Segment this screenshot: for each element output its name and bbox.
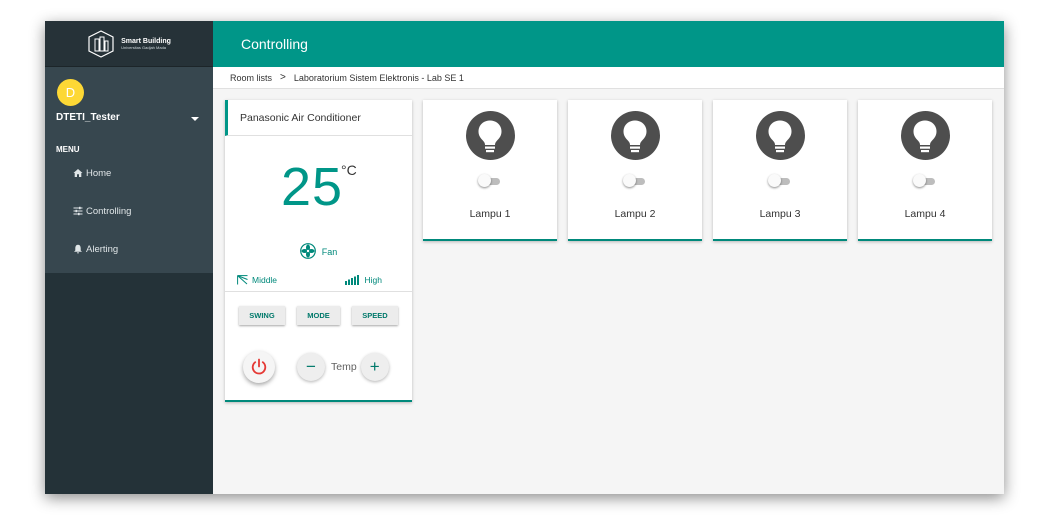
temperature-display: 25 °C [225, 136, 412, 234]
temperature-increase-button[interactable]: + [360, 353, 389, 381]
toggle-knob [913, 174, 926, 187]
fan-icon [299, 243, 316, 259]
toggle-knob [623, 174, 636, 187]
breadcrumb-current-room: Laboratorium Sistem Elektronis - Lab SE … [293, 72, 464, 83]
menu-heading: MENU [56, 145, 80, 154]
page-title: Controlling [241, 36, 308, 52]
power-button[interactable] [243, 351, 275, 383]
speed-status: High [344, 274, 382, 285]
lamp-name: Lampu 1 [469, 208, 511, 220]
temperature-unit: °C [341, 162, 357, 178]
sidebar: Smart Building Universitas Gadjah Mada D… [45, 21, 213, 494]
swing-direction-icon [237, 274, 248, 284]
swing-button[interactable]: SWING [239, 306, 285, 325]
ac-function-buttons: SWING MODE SPEED [225, 292, 412, 325]
sidebar-user-panel: D DTETI_Tester MENU Home Controlling Ale… [45, 67, 213, 273]
lamp-toggle-switch[interactable] [913, 174, 937, 187]
sliders-icon [73, 206, 83, 216]
bell-icon [74, 244, 82, 254]
lamp-toggle-switch[interactable] [623, 174, 647, 187]
ac-status-row: Middle High [225, 268, 412, 292]
temp-label: Temp [331, 361, 357, 373]
top-app-bar: Controlling [213, 21, 1004, 67]
signal-bars-icon [344, 274, 359, 285]
sidebar-item-home[interactable]: Home [45, 154, 213, 192]
fan-mode-indicator: Fan [225, 234, 412, 268]
speed-label: High [364, 274, 382, 285]
user-dropdown[interactable]: DTETI_Tester [45, 106, 213, 123]
fan-label: Fan [321, 247, 338, 257]
brand-logo[interactable]: Smart Building Universitas Gadjah Mada [45, 21, 213, 67]
avatar[interactable]: D [57, 79, 84, 106]
app-window: Smart Building Universitas Gadjah Mada D… [45, 21, 1004, 494]
username: DTETI_Tester [56, 112, 120, 123]
lightbulb-icon [755, 111, 805, 160]
lamp-card: Lampu 1 [423, 100, 557, 241]
ac-card-title: Panasonic Air Conditioner [225, 100, 412, 136]
temperature-value: 25 [281, 157, 344, 217]
home-icon [73, 169, 83, 177]
ac-power-temp-controls: − Temp + [225, 325, 412, 383]
sidebar-item-label: Home [86, 167, 112, 179]
lamp-name: Lampu 4 [904, 208, 946, 220]
lamp-name: Lampu 3 [759, 208, 801, 220]
lightbulb-icon [610, 111, 660, 160]
breadcrumb-separator: > [280, 72, 286, 83]
caret-down-icon [191, 117, 199, 121]
sidebar-item-label: Alerting [86, 243, 119, 255]
speed-button[interactable]: SPEED [352, 306, 398, 325]
lamp-card: Lampu 3 [713, 100, 847, 241]
mode-button[interactable]: MODE [297, 306, 340, 325]
sidebar-item-alerting[interactable]: Alerting [45, 230, 213, 268]
lamp-card: Lampu 2 [568, 100, 702, 241]
toggle-knob [768, 174, 781, 187]
brand-title: Smart Building [121, 37, 171, 45]
lamp-card: Lampu 4 [858, 100, 992, 241]
swing-label: Middle [252, 274, 278, 285]
brand-subtitle: Universitas Gadjah Mada [121, 44, 167, 50]
lightbulb-icon [465, 111, 515, 160]
power-icon [251, 358, 267, 375]
building-logo-icon [88, 29, 114, 58]
sidebar-item-controlling[interactable]: Controlling [45, 192, 213, 230]
toggle-knob [478, 174, 491, 187]
lamp-name: Lampu 2 [614, 208, 656, 220]
sidebar-item-label: Controlling [86, 205, 132, 217]
lightbulb-icon [900, 111, 950, 160]
swing-status: Middle [237, 275, 277, 285]
lamp-toggle-switch[interactable] [478, 174, 502, 187]
ac-control-card: Panasonic Air Conditioner 25 °C Fan Midd… [225, 100, 412, 402]
temperature-decrease-button[interactable]: − [297, 353, 325, 381]
breadcrumb: Room lists > Laboratorium Sistem Elektro… [213, 67, 1004, 89]
breadcrumb-room-lists[interactable]: Room lists [230, 73, 272, 83]
lamp-toggle-switch[interactable] [768, 174, 792, 187]
